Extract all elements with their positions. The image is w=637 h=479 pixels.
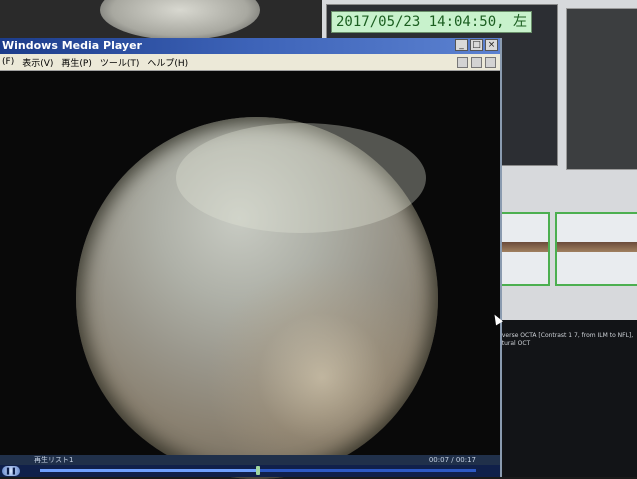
seek-progress bbox=[40, 469, 258, 472]
maximize-button[interactable]: □ bbox=[470, 39, 483, 51]
window-title: Windows Media Player bbox=[2, 39, 142, 52]
status-bar: 再生リスト1 00:07 / 00:17 bbox=[0, 455, 500, 465]
menu-play[interactable]: 再生(P) bbox=[61, 56, 91, 69]
menu-tools[interactable]: ツール(T) bbox=[100, 56, 140, 69]
play-pause-icon[interactable]: ❚❚ bbox=[2, 466, 20, 476]
oct-caption: Transverse OCTA [Contrast 1 7, from ILM … bbox=[486, 332, 634, 347]
close-button[interactable]: × bbox=[485, 39, 498, 51]
menu-icons bbox=[457, 56, 500, 68]
video-display[interactable] bbox=[0, 71, 500, 479]
optic-disc-frame bbox=[566, 8, 637, 170]
options-icon[interactable] bbox=[485, 56, 496, 68]
retina-layer-strip bbox=[557, 242, 637, 252]
fundus-image bbox=[76, 117, 438, 479]
menu-bar: (F) 表示(V) 再生(P) ツール(T) ヘルプ(H) bbox=[0, 54, 500, 71]
seek-track[interactable] bbox=[40, 466, 476, 475]
fundus-reflection bbox=[176, 123, 426, 233]
menu-view[interactable]: 表示(V) bbox=[22, 56, 53, 69]
menu-help[interactable]: ヘルプ(H) bbox=[147, 56, 188, 69]
scan-timestamp: 2017/05/23 14:04:50, 左 bbox=[331, 11, 533, 33]
window-controls: _ □ × bbox=[455, 39, 498, 51]
fullscreen-icon[interactable] bbox=[471, 56, 482, 68]
playlist-status: 再生リスト1 bbox=[34, 456, 74, 464]
seek-bar[interactable]: ❚❚ bbox=[0, 465, 500, 477]
minimize-button[interactable]: _ bbox=[455, 39, 468, 51]
bscan-thumbnail[interactable] bbox=[555, 212, 637, 286]
time-display: 00:07 / 00:17 bbox=[428, 456, 476, 464]
menu-file[interactable]: (F) bbox=[2, 57, 14, 67]
window-titlebar[interactable]: Windows Media Player _ □ × bbox=[0, 38, 500, 54]
switch-skin-icon[interactable] bbox=[457, 56, 468, 68]
media-player-window: Windows Media Player _ □ × (F) 表示(V) 再生(… bbox=[0, 38, 502, 479]
seek-handle[interactable] bbox=[256, 466, 260, 475]
